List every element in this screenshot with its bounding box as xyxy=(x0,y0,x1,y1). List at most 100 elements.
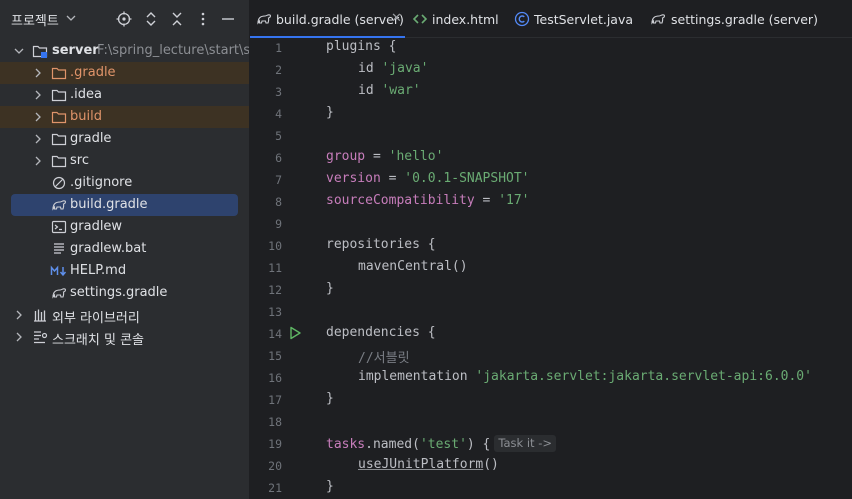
code-token: } xyxy=(326,391,334,406)
line-number: 16 xyxy=(268,371,282,385)
tab-build-gradle[interactable]: build.gradle (server) ✕ xyxy=(250,0,405,38)
code-token: 'war' xyxy=(381,83,421,98)
code-token: group xyxy=(326,149,366,164)
tree-item-gradle-dir[interactable]: .gradle xyxy=(0,62,249,84)
html-icon xyxy=(412,14,428,24)
code-line-14: dependencies { xyxy=(326,325,436,340)
code-token: id xyxy=(358,83,374,98)
chevron-down-icon[interactable] xyxy=(14,46,24,56)
hide-panel-icon[interactable] xyxy=(220,11,236,27)
expand-all-icon[interactable] xyxy=(143,11,159,27)
code-token: = xyxy=(365,149,389,164)
gradle-icon xyxy=(52,200,66,211)
chevron-right-icon[interactable] xyxy=(33,68,43,78)
code-line-2: id 'java' xyxy=(358,61,428,76)
chevron-right-icon[interactable] xyxy=(33,134,43,144)
tree-item-gitignore[interactable]: .gitignore xyxy=(0,172,249,194)
tree-item-label: .idea xyxy=(70,87,102,102)
line-number: 13 xyxy=(268,305,282,319)
folder-icon xyxy=(51,89,67,102)
line-number: 20 xyxy=(268,459,282,473)
project-panel-header: 프로젝트 xyxy=(0,0,249,38)
folder-icon xyxy=(51,155,67,168)
tree-item-external-libraries[interactable]: 외부 라이브러리 xyxy=(0,304,249,326)
line-number: 7 xyxy=(275,173,282,187)
code-token: plugins xyxy=(326,39,381,54)
line-number: 14 xyxy=(268,327,282,341)
chevron-down-icon[interactable] xyxy=(66,13,76,23)
tree-item-src[interactable]: src xyxy=(0,150,249,172)
code-token: '17' xyxy=(498,193,530,208)
line-number: 18 xyxy=(268,415,282,429)
tab-test-servlet[interactable]: TestServlet.java xyxy=(510,0,635,38)
more-options-icon[interactable] xyxy=(195,11,211,27)
code-token: ) { xyxy=(466,437,491,452)
library-icon xyxy=(34,309,46,322)
chevron-right-icon[interactable] xyxy=(33,156,43,166)
line-number: 2 xyxy=(275,63,282,77)
code-editor[interactable]: 1 2 3 4 5 6 7 8 9 10 11 12 13 14 15 16 1… xyxy=(250,38,852,499)
code-token: 'hello' xyxy=(388,149,444,164)
inlay-hint[interactable]: Task it -> xyxy=(494,435,557,452)
code-token: mavenCentral() xyxy=(358,259,468,274)
code-token: repositories xyxy=(326,237,420,252)
tab-label: settings.gradle (server) xyxy=(671,12,818,27)
run-icon[interactable] xyxy=(288,326,302,340)
tree-item-label: build.gradle xyxy=(70,197,148,212)
tab-label: build.gradle (server) xyxy=(276,12,404,27)
locate-icon[interactable] xyxy=(116,11,132,27)
code-token: = xyxy=(474,193,499,208)
code-line-12: } xyxy=(326,281,334,296)
ignore-file-icon xyxy=(52,176,66,190)
tree-item-gradle[interactable]: gradle xyxy=(0,128,249,150)
code-token: id xyxy=(358,61,374,76)
tree-item-idea[interactable]: .idea xyxy=(0,84,249,106)
tree-item-build[interactable]: build xyxy=(0,106,249,128)
tree-item-scratches[interactable]: 스크래치 및 콘솔 xyxy=(0,326,249,348)
text-file-icon xyxy=(54,243,64,254)
code-line-17: } xyxy=(326,391,334,406)
tree-item-help-md[interactable]: HELP.md xyxy=(0,260,249,282)
code-line-4: } xyxy=(326,105,334,120)
line-number: 9 xyxy=(275,217,282,231)
line-number: 8 xyxy=(275,195,282,209)
tab-settings-gradle[interactable]: settings.gradle (server) xyxy=(648,0,818,38)
collapse-all-icon[interactable] xyxy=(169,11,185,27)
chevron-right-icon[interactable] xyxy=(14,332,24,342)
tree-item-label: gradlew xyxy=(70,219,123,234)
folder-icon xyxy=(51,133,67,146)
line-number: 3 xyxy=(275,85,282,99)
tree-item-label: 스크래치 및 콘솔 xyxy=(52,333,144,348)
project-panel: 프로젝트 server F:\spring_lecture\start\s .g… xyxy=(0,0,249,499)
gradle-icon xyxy=(257,14,271,25)
close-icon[interactable]: ✕ xyxy=(391,11,403,26)
chevron-right-icon[interactable] xyxy=(33,90,43,100)
project-panel-title[interactable]: 프로젝트 xyxy=(11,10,59,29)
tree-item-label: 외부 라이브러리 xyxy=(52,311,140,326)
chevron-right-icon[interactable] xyxy=(33,112,43,122)
tree-item-gradlew[interactable]: gradlew xyxy=(0,216,249,238)
code-line-15: //서블릿 xyxy=(358,347,410,366)
tree-item-label: .gradle xyxy=(70,65,116,80)
code-token: } xyxy=(326,281,334,296)
gradle-icon xyxy=(52,288,66,299)
tree-root-server[interactable]: server F:\spring_lecture\start\s xyxy=(0,40,249,62)
line-number: 19 xyxy=(268,437,282,451)
tree-item-gradlew-bat[interactable]: gradlew.bat xyxy=(0,238,249,260)
tree-root-label: server xyxy=(52,43,99,58)
code-token: 'jakarta.servlet:jakarta.servlet-api:6.0… xyxy=(475,369,812,384)
tree-item-build-gradle[interactable]: build.gradle xyxy=(11,194,238,216)
code-token: implementation xyxy=(358,369,468,384)
code-token: useJUnitPlatform xyxy=(358,457,484,472)
code-token: { xyxy=(419,237,436,252)
terminal-file-icon xyxy=(51,220,67,234)
tab-index-html[interactable]: index.html xyxy=(408,0,499,38)
code-token: 'test' xyxy=(419,437,467,452)
tree-root-path: F:\spring_lecture\start\s xyxy=(97,43,249,58)
chevron-right-icon[interactable] xyxy=(14,310,24,320)
tree-item-settings-gradle[interactable]: settings.gradle xyxy=(0,282,249,304)
editor-tab-bar: build.gradle (server) ✕ index.html TestS… xyxy=(250,0,852,38)
code-token: tasks xyxy=(326,437,366,452)
code-line-19: tasks.named('test') {Task it -> xyxy=(326,435,557,452)
code-token: dependencies xyxy=(326,325,420,340)
